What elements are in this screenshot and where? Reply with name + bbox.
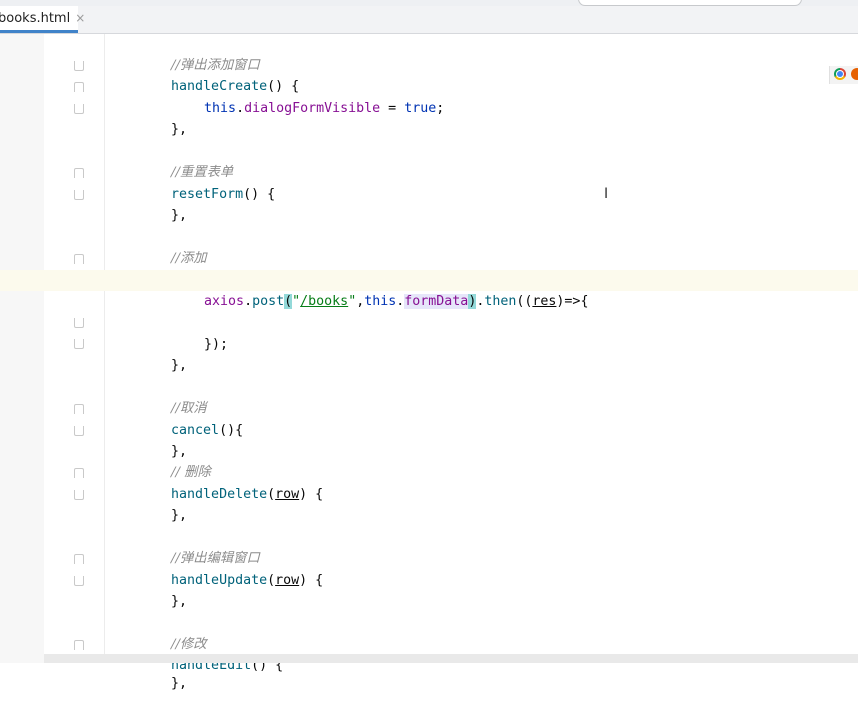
code-line: handleAdd () { xyxy=(139,248,283,287)
code-text: ( xyxy=(267,487,276,502)
code-line: //重置表单 xyxy=(139,141,233,180)
code-line: }, xyxy=(139,420,187,459)
current-code-line: axios.post("/books",this.formData).then(… xyxy=(0,270,858,309)
code-text: . xyxy=(236,101,245,116)
code-line: }); xyxy=(139,313,228,352)
code-text: }, xyxy=(171,208,188,223)
code-line: this.dialogFormVisible = true; xyxy=(139,77,444,116)
code-line: handleUpdate(row) { xyxy=(139,549,323,588)
code-line: cancel(){ xyxy=(139,399,243,438)
code-text: )=>{ xyxy=(556,294,589,309)
keyword-this: this xyxy=(364,294,397,309)
code-text: . xyxy=(244,294,253,309)
code-text: = xyxy=(380,101,405,116)
keyword-true: true xyxy=(404,101,437,116)
property-name: dialogFormVisible xyxy=(244,101,381,116)
code-text: }, xyxy=(171,122,188,137)
param-res: res xyxy=(532,294,557,309)
param-row: row xyxy=(275,573,300,588)
bracket-match: ( xyxy=(284,294,293,309)
firefox-icon[interactable] xyxy=(851,68,858,80)
code-line: handleCreate() { xyxy=(139,55,299,94)
code-line: //弹出编辑窗口 xyxy=(139,527,260,566)
code-text: }, xyxy=(171,676,188,691)
keyword-this: this xyxy=(204,101,237,116)
chrome-icon[interactable] xyxy=(834,68,846,80)
code-text: (){ xyxy=(219,423,244,438)
code-line: }, xyxy=(139,484,187,523)
method-then: then xyxy=(484,294,517,309)
code-text: }, xyxy=(171,358,188,373)
code-text: (( xyxy=(516,294,533,309)
code-text: ) { xyxy=(299,487,324,502)
code-text: }, xyxy=(171,508,188,523)
horizontal-scrollbar[interactable] xyxy=(44,654,858,663)
code-line: //取消 xyxy=(139,377,207,416)
method-post: post xyxy=(252,294,285,309)
code-editor[interactable]: //弹出添加窗口 handleCreate() { this.dialogFor… xyxy=(0,0,858,691)
code-line: }, xyxy=(139,570,187,609)
code-text: () { xyxy=(243,187,276,202)
code-line: }, xyxy=(139,184,187,223)
code-line: handleDelete(row) { xyxy=(139,463,323,502)
code-line: resetForm() { xyxy=(139,163,275,202)
identifier-axios: axios xyxy=(204,294,245,309)
string-quote: " xyxy=(292,294,301,309)
string-quote: " xyxy=(348,294,357,309)
code-text: ( xyxy=(267,573,276,588)
code-text: }); xyxy=(204,337,229,352)
code-line: //添加 xyxy=(139,227,207,266)
param-row: row xyxy=(275,487,300,502)
code-line: }, xyxy=(139,98,187,137)
code-line: }, xyxy=(139,334,187,373)
string-url[interactable]: /books xyxy=(300,294,348,309)
code-line: //弹出添加窗口 xyxy=(139,34,260,73)
code-text: }, xyxy=(171,594,188,609)
code-line: //修改 xyxy=(139,613,207,652)
code-line: // 删除 xyxy=(139,441,211,480)
code-text: ; xyxy=(436,101,445,116)
property-formdata: formData xyxy=(404,294,469,309)
text-cursor-icon: I xyxy=(604,186,609,202)
code-text: ) { xyxy=(299,573,324,588)
